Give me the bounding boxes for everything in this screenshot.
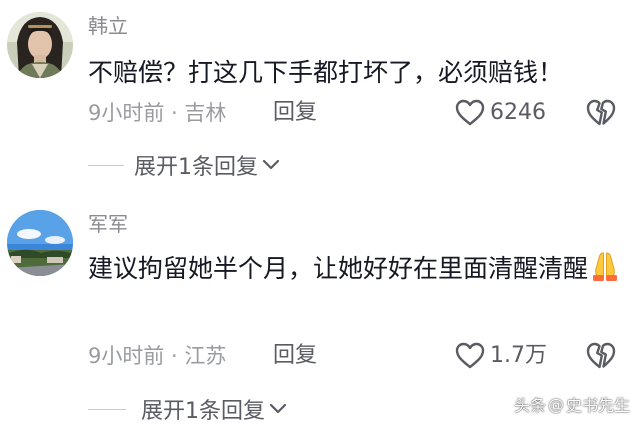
folded-hands-emoji: [593, 252, 618, 281]
broken-heart-icon[interactable]: [586, 342, 616, 370]
comment-meta: 9小时前 · 江苏 回复 1.7万: [88, 341, 640, 371]
watermark-author: 史书先生: [565, 396, 630, 415]
username[interactable]: 军军: [88, 212, 128, 236]
comment-meta: 9小时前 · 吉林 回复 6246: [88, 98, 640, 128]
watermark-at: @: [547, 394, 564, 414]
watermark-prefix: 头条: [513, 396, 546, 415]
chevron-down-icon: [269, 403, 287, 414]
like-count: 6246: [490, 100, 546, 125]
expand-replies-button[interactable]: 展开1条回复: [88, 394, 287, 424]
broken-heart-icon[interactable]: [586, 99, 616, 127]
watermark: 头条 @ 史书先生: [514, 392, 630, 416]
time-location: 9小时前 · 吉林: [88, 101, 227, 125]
reply-button[interactable]: 回复: [273, 98, 317, 128]
expand-replies-button[interactable]: 展开1条回复: [88, 150, 280, 180]
like-count: 1.7万: [490, 343, 547, 368]
reply-button[interactable]: 回复: [273, 341, 317, 371]
expand-replies-label: 展开1条回复: [134, 155, 258, 180]
divider-line: [88, 164, 124, 166]
comment-text: 不赔偿？打这几下手都打坏了，必须赔钱！: [88, 58, 564, 87]
time-location: 9小时前 · 江苏: [88, 344, 227, 368]
username[interactable]: 韩立: [88, 14, 128, 38]
comment-thread: 韩立 不赔偿？打这几下手都打坏了，必须赔钱！ 9小时前 · 吉林 回复 6246…: [0, 0, 640, 425]
like-button[interactable]: 1.7万: [455, 341, 547, 371]
comment-item: 韩立 不赔偿？打这几下手都打坏了，必须赔钱！ 9小时前 · 吉林 回复 6246…: [0, 0, 640, 200]
heart-outline-icon: [455, 99, 485, 126]
like-button[interactable]: 6246: [455, 98, 546, 128]
avatar[interactable]: [7, 210, 73, 276]
avatar[interactable]: [7, 12, 73, 78]
chevron-down-icon: [262, 159, 280, 170]
divider-line: [88, 408, 126, 410]
expand-replies-label: 展开1条回复: [141, 399, 265, 424]
heart-outline-icon: [455, 342, 485, 369]
comment-text: 建议拘留她半个月，让她好好在里面清醒清醒: [88, 247, 628, 291]
comment-text-body: 建议拘留她半个月，让她好好在里面清醒清醒: [88, 254, 589, 283]
